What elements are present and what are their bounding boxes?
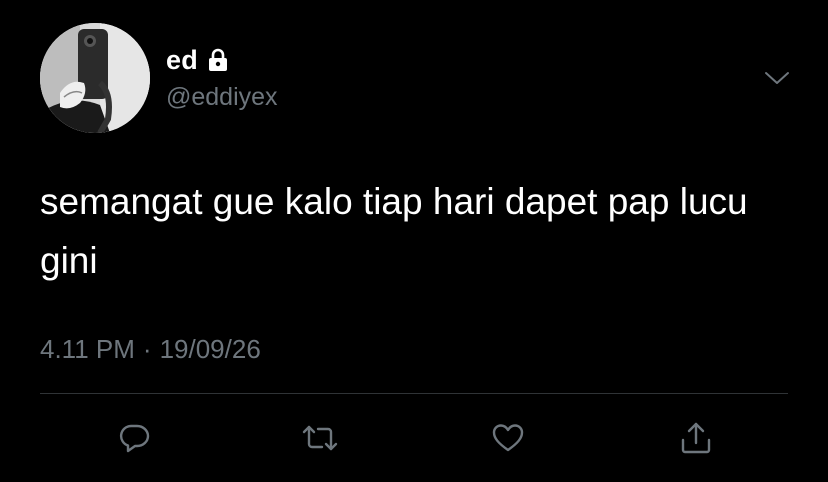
reply-button[interactable] xyxy=(114,418,154,458)
tweet-time[interactable]: 4.11 PM xyxy=(40,334,135,364)
like-button[interactable] xyxy=(488,418,528,458)
like-icon xyxy=(492,424,524,452)
avatar-image xyxy=(40,23,150,133)
meta-separator: · xyxy=(142,334,152,364)
display-name-row[interactable]: ed xyxy=(166,43,231,77)
tweet-text: semangat gue kalo tiap hari dapet pap lu… xyxy=(40,181,748,281)
tweet-meta: 4.11 PM · 19/09/26 xyxy=(40,334,261,365)
share-button[interactable] xyxy=(676,418,716,458)
lock-icon xyxy=(205,47,231,73)
tweet-date[interactable]: 19/09/26 xyxy=(160,334,261,364)
display-name[interactable]: ed xyxy=(166,45,198,76)
divider xyxy=(40,393,788,394)
retweet-button[interactable] xyxy=(300,418,340,458)
tweet-card: ed @eddiyex semangat gue kalo tiap hari … xyxy=(0,0,828,482)
retweet-icon xyxy=(302,425,338,451)
reply-icon xyxy=(119,424,150,453)
avatar[interactable] xyxy=(40,23,150,133)
chevron-down-icon[interactable] xyxy=(762,66,792,90)
user-handle[interactable]: @eddiyex xyxy=(166,83,278,112)
share-icon xyxy=(681,422,711,454)
